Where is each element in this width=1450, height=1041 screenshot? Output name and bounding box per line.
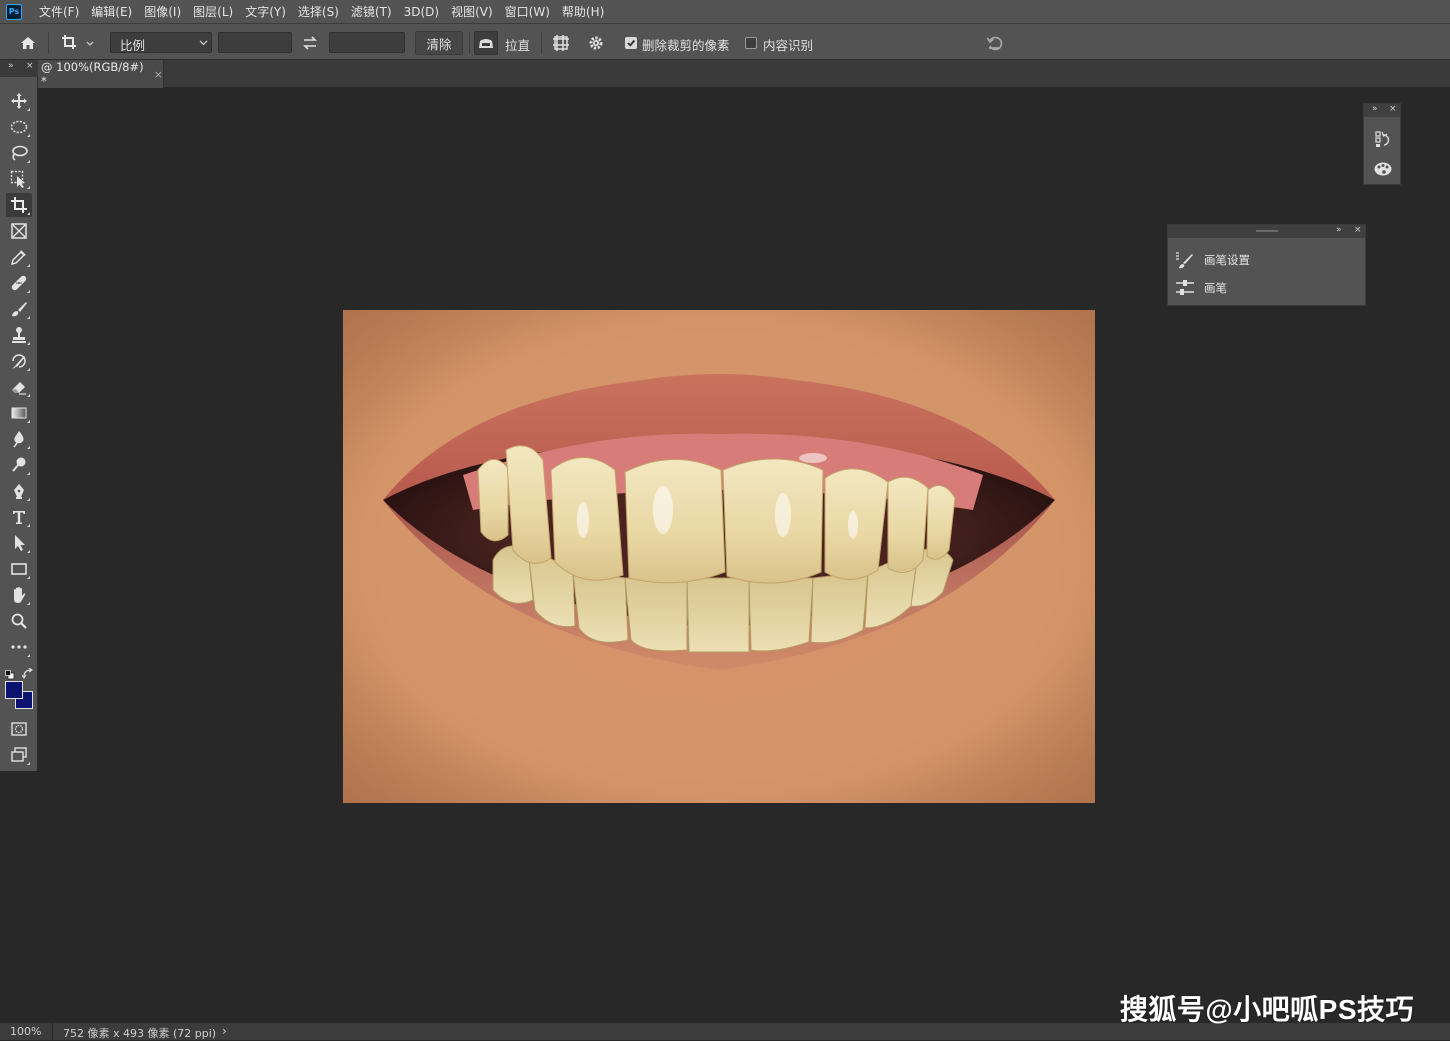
width-input[interactable] bbox=[218, 32, 292, 53]
menu-edit[interactable]: 编辑(E) bbox=[85, 3, 138, 20]
frame-tool-icon[interactable] bbox=[6, 219, 32, 243]
color-palette-icon[interactable] bbox=[1373, 158, 1393, 178]
close-tab-icon[interactable]: × bbox=[154, 68, 163, 81]
clear-button[interactable]: 清除 bbox=[415, 31, 463, 55]
menu-type[interactable]: 文字(Y) bbox=[239, 3, 292, 20]
brush-tool-icon[interactable] bbox=[6, 297, 32, 321]
home-icon[interactable] bbox=[16, 32, 40, 54]
menu-view[interactable]: 视图(V) bbox=[445, 3, 499, 20]
history-panel-icon[interactable] bbox=[1373, 129, 1393, 149]
close-panel-icon[interactable]: × bbox=[1389, 104, 1397, 114]
healing-brush-icon[interactable] bbox=[6, 271, 32, 295]
menu-window[interactable]: 窗口(W) bbox=[499, 3, 556, 20]
close-panel-icon[interactable]: × bbox=[1354, 225, 1362, 235]
blur-tool-icon[interactable] bbox=[6, 427, 32, 451]
brushes-label: 画笔 bbox=[1204, 281, 1227, 295]
straighten-icon[interactable] bbox=[474, 31, 498, 55]
hand-tool-icon[interactable] bbox=[6, 583, 32, 607]
clone-stamp-icon[interactable] bbox=[6, 323, 32, 347]
brush-settings-item[interactable]: 画笔设置 bbox=[1168, 247, 1250, 273]
default-colors-icon[interactable] bbox=[5, 665, 15, 680]
delete-cropped-checkbox[interactable] bbox=[625, 37, 637, 49]
options-bar: 比例 清除 拉直 删除裁剪的像素 内容识别 bbox=[0, 23, 1450, 60]
expand-panel-icon[interactable]: » bbox=[1336, 225, 1342, 235]
menu-filter[interactable]: 滤镜(T) bbox=[345, 3, 398, 20]
zoom-level[interactable]: 100% bbox=[10, 1025, 41, 1038]
rectangle-tool-icon[interactable] bbox=[6, 557, 32, 581]
brushes-item[interactable]: 画笔 bbox=[1168, 275, 1227, 301]
brush-panel: » × 画笔设置 画笔 bbox=[1167, 224, 1366, 306]
straighten-label[interactable]: 拉直 bbox=[505, 35, 530, 54]
object-selection-icon[interactable] bbox=[6, 167, 32, 191]
content-aware-checkbox[interactable] bbox=[745, 37, 757, 49]
height-input[interactable] bbox=[329, 32, 405, 53]
pen-tool-icon[interactable] bbox=[6, 479, 32, 503]
menu-bar: Ps 文件(F) 编辑(E) 图像(I) 图层(L) 文字(Y) 选择(S) 滤… bbox=[0, 0, 1450, 23]
swap-icon[interactable] bbox=[298, 33, 322, 53]
expand-toolbar-icon[interactable]: » bbox=[8, 61, 14, 71]
eraser-icon[interactable] bbox=[6, 375, 32, 399]
document-info: 752 像素 x 493 像素 (72 ppi) bbox=[63, 1027, 217, 1040]
document-tab[interactable]: @ 100%(RGB/8#) * × bbox=[38, 60, 164, 88]
chevron-down-icon bbox=[199, 40, 208, 46]
quick-mask-icon[interactable] bbox=[6, 717, 32, 741]
brushes-icon bbox=[1176, 280, 1194, 295]
menu-3d[interactable]: 3D(D) bbox=[398, 5, 445, 19]
screen-mode-icon[interactable] bbox=[6, 743, 32, 767]
watermark: 搜狐号@小吧呱PS技巧 bbox=[1119, 994, 1414, 1025]
tools-panel bbox=[0, 77, 38, 771]
foreground-color-swatch[interactable] bbox=[5, 681, 23, 699]
close-toolbar-icon[interactable]: × bbox=[26, 61, 34, 71]
panel-grip[interactable] bbox=[1256, 230, 1278, 232]
reset-icon[interactable] bbox=[983, 32, 1007, 54]
menu-select[interactable]: 选择(S) bbox=[292, 3, 345, 20]
brush-settings-label: 画笔设置 bbox=[1204, 253, 1250, 267]
menu-file[interactable]: 文件(F) bbox=[33, 3, 85, 20]
type-tool-icon[interactable] bbox=[6, 505, 32, 529]
content-aware-label[interactable]: 内容识别 bbox=[763, 35, 813, 54]
crop-tool-icon[interactable] bbox=[6, 193, 32, 217]
document-tab-strip: @ 100%(RGB/8#) * × bbox=[38, 60, 1450, 88]
crop-tool-preset-icon[interactable] bbox=[56, 31, 100, 55]
ratio-select-value: 比例 bbox=[120, 38, 146, 53]
history-brush-icon[interactable] bbox=[6, 349, 32, 373]
delete-cropped-label[interactable]: 删除裁剪的像素 bbox=[642, 35, 730, 54]
menu-layer[interactable]: 图层(L) bbox=[187, 3, 239, 20]
move-tool-icon[interactable] bbox=[6, 89, 32, 113]
expand-panel-icon[interactable]: » bbox=[1372, 104, 1378, 114]
menu-help[interactable]: 帮助(H) bbox=[556, 3, 610, 20]
elliptical-marquee-icon[interactable] bbox=[6, 115, 32, 139]
collapsed-panel-header: » × bbox=[1364, 104, 1400, 117]
smile-photo[interactable] bbox=[343, 310, 1095, 803]
gear-icon[interactable] bbox=[584, 32, 608, 54]
collapsed-icon-panel: » × bbox=[1363, 103, 1401, 185]
path-selection-icon[interactable] bbox=[6, 531, 32, 555]
eyedropper-icon[interactable] bbox=[6, 245, 32, 269]
ratio-select[interactable]: 比例 bbox=[110, 32, 212, 53]
grid-overlay-icon[interactable] bbox=[549, 32, 573, 54]
swap-colors-icon[interactable] bbox=[21, 664, 33, 679]
zoom-tool-icon[interactable] bbox=[6, 609, 32, 633]
dodge-tool-icon[interactable] bbox=[6, 453, 32, 477]
menu-image[interactable]: 图像(I) bbox=[138, 3, 187, 20]
photoshop-logo: Ps bbox=[6, 3, 22, 20]
brush-panel-header: » × bbox=[1168, 225, 1365, 238]
more-tools-icon[interactable] bbox=[6, 635, 32, 659]
lasso-icon[interactable] bbox=[6, 141, 32, 165]
toolbar-header: » × bbox=[0, 60, 38, 77]
brush-settings-icon bbox=[1176, 252, 1193, 269]
gradient-tool-icon[interactable] bbox=[6, 401, 32, 425]
status-menu-arrow-icon[interactable]: › bbox=[222, 1024, 227, 1038]
document-tab-title: @ 100%(RGB/8#) * bbox=[41, 60, 144, 88]
